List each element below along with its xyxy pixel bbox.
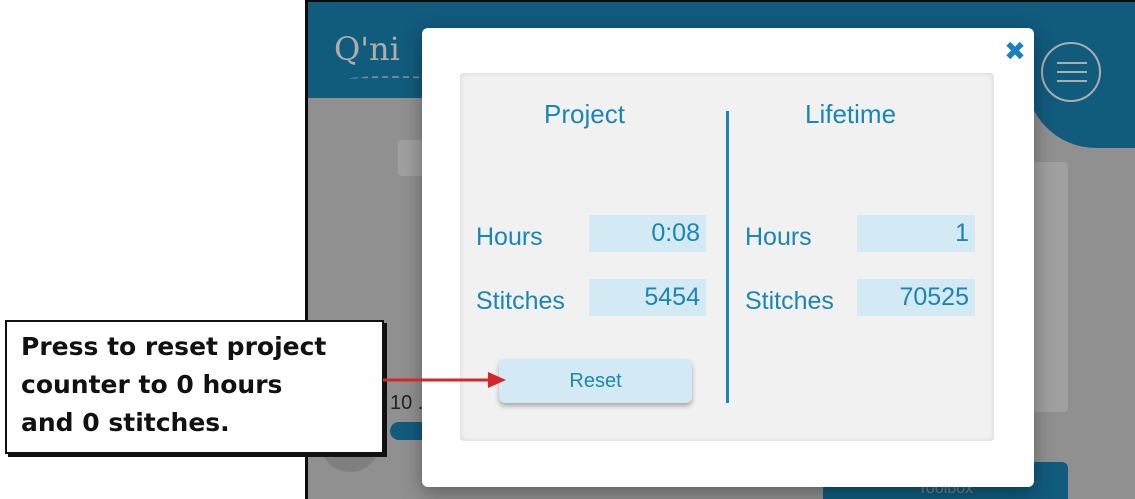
project-hours-label: Hours xyxy=(476,223,543,251)
counter-dialog: ✖ Project Lifetime Hours 0:08 Stitches 5… xyxy=(422,28,1034,487)
red-arrow-icon xyxy=(383,372,506,388)
lifetime-column-title: Lifetime xyxy=(805,99,897,129)
stats-panel: Project Lifetime Hours 0:08 Stitches 545… xyxy=(460,73,994,441)
project-hours-value: 0:08 xyxy=(589,215,706,252)
project-column-title: Project xyxy=(544,99,625,129)
column-divider xyxy=(726,111,729,403)
close-button[interactable]: ✖ xyxy=(1000,36,1030,66)
close-x-icon: ✖ xyxy=(1004,36,1026,66)
project-stitches-value: 5454 xyxy=(589,279,706,316)
callout-text: Press to reset project counter to 0 hour… xyxy=(21,332,327,437)
lifetime-stitches-value: 70525 xyxy=(857,279,975,316)
lifetime-hours-value: 1 xyxy=(857,215,975,252)
project-stitches-label: Stitches xyxy=(476,287,565,315)
reset-button[interactable]: Reset xyxy=(499,359,692,403)
lifetime-stitches-label: Stitches xyxy=(745,287,834,315)
instruction-callout: Press to reset project counter to 0 hour… xyxy=(5,320,384,454)
lifetime-hours-label: Hours xyxy=(745,223,812,251)
